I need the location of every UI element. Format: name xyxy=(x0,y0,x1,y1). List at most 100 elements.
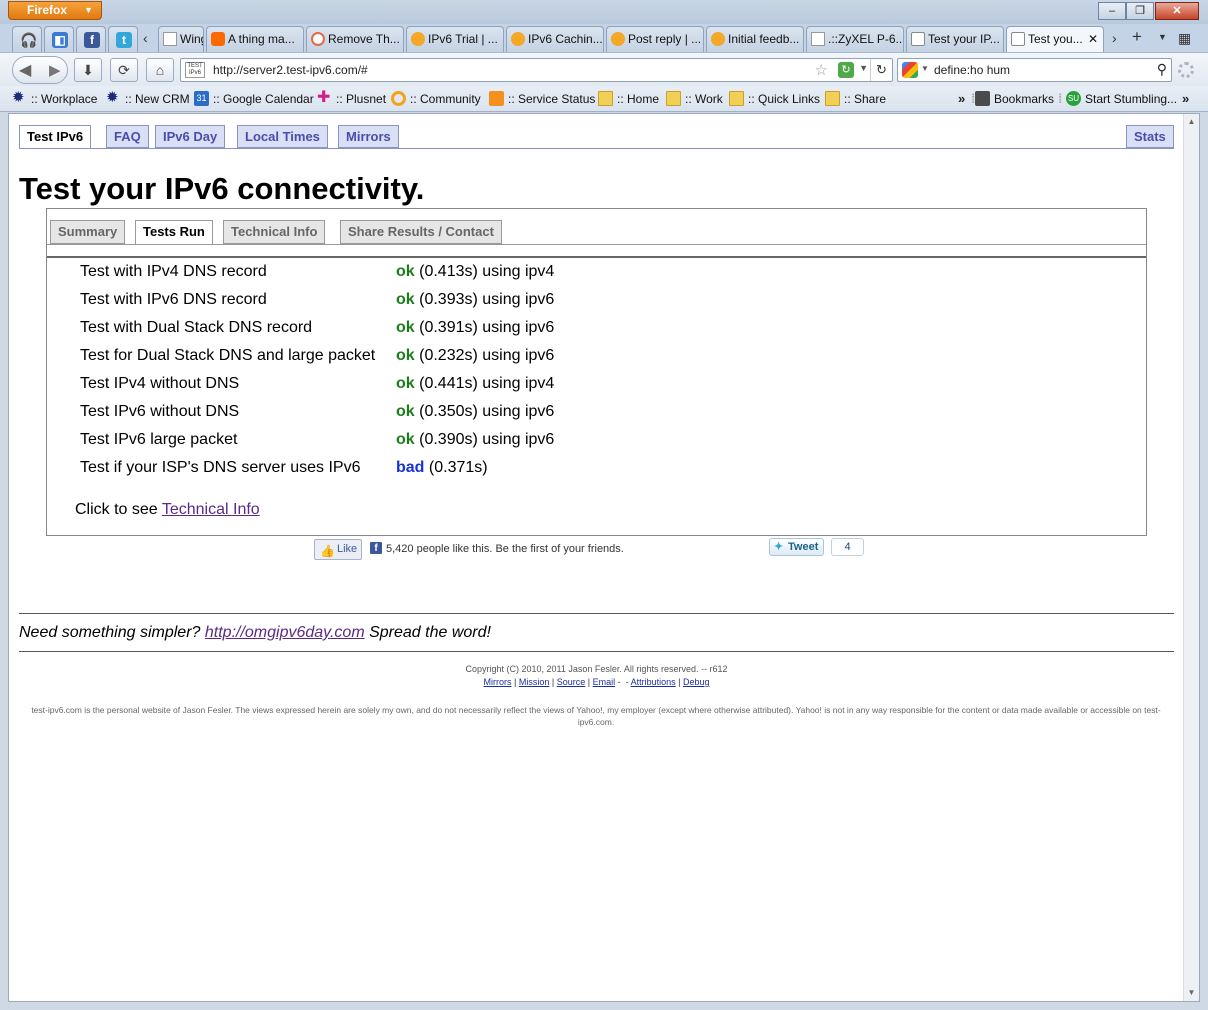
downloads-button[interactable]: ⬇ xyxy=(74,58,102,82)
scroll-tabs-right-button[interactable]: › xyxy=(1112,30,1117,46)
twitter-bird-icon: ✦ xyxy=(774,541,784,553)
download-arrow-icon: ⬇ xyxy=(82,62,94,78)
vertical-scrollbar[interactable]: ▲ ▼ xyxy=(1183,114,1199,1001)
footer-link-email[interactable]: Email xyxy=(593,677,616,687)
home-button[interactable]: ⌂ xyxy=(146,58,174,82)
subtab-share-results[interactable]: Share Results / Contact xyxy=(340,220,502,244)
scroll-tabs-left-button[interactable]: ‹ xyxy=(143,30,148,46)
minimize-button[interactable]: – xyxy=(1098,2,1126,20)
tweet-button[interactable]: ✦ Tweet xyxy=(769,538,824,556)
back-arrow-icon[interactable]: ◀ xyxy=(19,60,31,80)
pinned-tab-app[interactable]: ◧ xyxy=(44,26,74,52)
tab-wing[interactable]: Wing... xyxy=(158,26,204,52)
test-name: Test with IPv6 DNS record xyxy=(80,291,267,308)
refresh-circle-icon: ⟳ xyxy=(118,62,130,78)
reload-button[interactable]: ↻ xyxy=(870,59,892,81)
omgipv6day-link[interactable]: http://omgipv6day.com xyxy=(205,624,365,641)
bookmark-community[interactable]: :: Community xyxy=(391,91,481,106)
bookmark-google-calendar[interactable]: 31:: Google Calendar xyxy=(194,91,314,106)
calendar-icon: 31 xyxy=(194,91,209,106)
disclaimer-text: test-ipv6.com is the personal website of… xyxy=(31,705,1161,727)
divider xyxy=(19,651,1174,652)
footer-link-mission[interactable]: Mission xyxy=(519,677,550,687)
list-all-tabs-button[interactable]: ▼ xyxy=(1158,32,1167,42)
tab-test-your-ip[interactable]: Test your IP... xyxy=(906,26,1004,52)
tab-post-reply[interactable]: Post reply | ... xyxy=(606,26,704,52)
tab-test-you-active[interactable]: Test you... ✕ xyxy=(1006,26,1104,53)
footer-link-debug[interactable]: Debug xyxy=(683,677,710,687)
subtab-summary[interactable]: Summary xyxy=(50,220,126,244)
url-text[interactable]: http://server2.test-ipv6.com/# xyxy=(213,63,368,77)
loading-throbber-icon xyxy=(1178,62,1194,78)
simpler-promo: Need something simpler? http://omgipv6da… xyxy=(19,624,491,641)
bookmark-quick-links[interactable]: :: Quick Links xyxy=(729,91,820,106)
bookmark-home[interactable]: :: Home xyxy=(598,91,659,106)
forward-arrow-icon[interactable]: ▶ xyxy=(49,61,61,79)
tab-initial-feedback[interactable]: Initial feedb... xyxy=(706,26,804,52)
tab-remove[interactable]: Remove Th... xyxy=(306,26,404,52)
rss-icon xyxy=(489,91,504,106)
footer-link-mirrors[interactable]: Mirrors xyxy=(484,677,512,687)
footer-link-source[interactable]: Source xyxy=(557,677,586,687)
chevron-down-icon: ▼ xyxy=(84,5,93,15)
bookmark-workplace[interactable]: ✹:: Workplace xyxy=(12,90,97,106)
google-engine-icon[interactable] xyxy=(902,62,918,78)
tab-local-times[interactable]: Local Times xyxy=(237,125,328,148)
bookmark-star-icon[interactable]: ☆ xyxy=(815,61,828,79)
new-tab-button[interactable]: + xyxy=(1132,27,1142,47)
folder-icon xyxy=(598,91,613,106)
search-bar[interactable]: ▼ define:ho hum ⚲ xyxy=(897,58,1172,82)
bookmarks-icon xyxy=(975,91,990,106)
addon-status-icon[interactable]: ↻ xyxy=(838,62,854,78)
tab-mirrors[interactable]: Mirrors xyxy=(338,125,399,148)
bookmark-work[interactable]: :: Work xyxy=(666,91,723,106)
stumbleupon-button[interactable]: SU Start Stumbling... xyxy=(1066,91,1177,106)
url-history-dropdown-icon[interactable]: ▼ xyxy=(859,63,868,73)
status-badge: ok xyxy=(396,319,415,336)
bookmark-share[interactable]: :: Share xyxy=(825,91,886,106)
scroll-down-arrow-icon[interactable]: ▼ xyxy=(1184,985,1199,1001)
tab-a-thing[interactable]: A thing ma... xyxy=(206,26,304,52)
subtab-technical-info[interactable]: Technical Info xyxy=(223,220,326,244)
close-tab-icon[interactable]: ✕ xyxy=(1088,27,1098,51)
site-identity-icon[interactable]: TEST IPv6 xyxy=(185,62,205,78)
status-badge: ok xyxy=(396,291,415,308)
more-bookmarks-chevron-icon[interactable]: » xyxy=(958,91,965,106)
overflow-chevron-icon[interactable]: » xyxy=(1182,91,1189,106)
pinned-tab-facebook[interactable]: f xyxy=(76,26,106,52)
tab-groups-icon[interactable]: ▦ xyxy=(1178,30,1191,47)
status-badge: bad xyxy=(396,459,425,476)
facebook-like-button[interactable]: 👍 Like xyxy=(314,539,362,560)
pinned-tab-headphones[interactable]: 🎧 xyxy=(12,26,42,52)
close-window-button[interactable]: ✕ xyxy=(1155,2,1199,20)
tab-ipv6-day[interactable]: IPv6 Day xyxy=(155,125,226,148)
tab-test-ipv6[interactable]: Test IPv6 xyxy=(19,125,92,149)
home-icon: ⌂ xyxy=(155,62,165,78)
firefox-menu-button[interactable]: Firefox ▼ xyxy=(8,1,102,20)
sync-button[interactable]: ⟳ xyxy=(110,58,138,82)
toolbar-separator: ⁞ xyxy=(1058,91,1063,106)
folder-icon xyxy=(825,91,840,106)
bookmark-plusnet[interactable]: ✚:: Plusnet xyxy=(317,90,386,107)
maximize-button[interactable]: ❐ xyxy=(1126,2,1154,20)
url-bar[interactable]: TEST IPv6 http://server2.test-ipv6.com/#… xyxy=(180,58,893,82)
footer-links: Mirrors | Mission | Source | Email - - A… xyxy=(483,677,710,687)
bookmark-service-status[interactable]: :: Service Status xyxy=(489,91,595,106)
star-burst-icon: ✹ xyxy=(106,89,119,106)
tab-faq[interactable]: FAQ xyxy=(106,125,149,148)
tab-stats[interactable]: Stats xyxy=(1126,125,1174,148)
search-icon[interactable]: ⚲ xyxy=(1157,61,1167,78)
search-input[interactable]: define:ho hum xyxy=(934,63,1010,77)
bookmark-new-crm[interactable]: ✹:: New CRM xyxy=(106,89,190,106)
scroll-up-arrow-icon[interactable]: ▲ xyxy=(1184,114,1199,130)
bookmarks-menu-button[interactable]: Bookmarks xyxy=(975,91,1054,106)
footer-link-attributions[interactable]: Attributions xyxy=(631,677,676,687)
tab-ipv6-trial[interactable]: IPv6 Trial | ... xyxy=(406,26,504,52)
pinned-tab-twitter[interactable]: t xyxy=(108,26,138,52)
tab-zyxel[interactable]: .::ZyXEL P-6... xyxy=(806,26,904,52)
technical-info-link[interactable]: Technical Info xyxy=(162,501,260,518)
like-count-text: 5,420 people like this. Be the first of … xyxy=(386,543,624,555)
tab-ipv6-caching[interactable]: IPv6 Cachin... xyxy=(506,26,604,52)
chevron-down-icon[interactable]: ▼ xyxy=(921,64,929,73)
subtab-tests-run[interactable]: Tests Run xyxy=(135,220,213,245)
